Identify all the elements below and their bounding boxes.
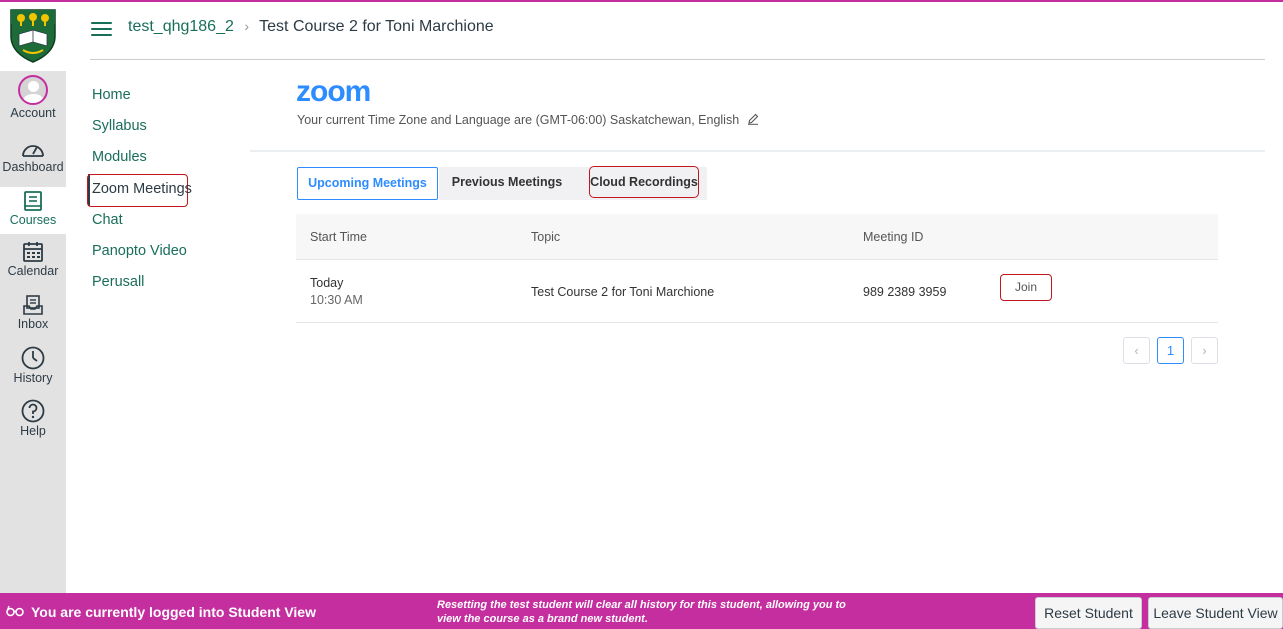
zoom-logo-text: zoom xyxy=(296,79,370,105)
inbox-icon xyxy=(23,295,43,315)
timezone-text: Your current Time Zone and Language are … xyxy=(297,113,740,127)
header-divider xyxy=(90,59,1265,60)
pagination-page-1[interactable]: 1 xyxy=(1157,337,1184,364)
course-nav-home[interactable]: Home xyxy=(92,87,131,103)
pagination-next-button[interactable]: › xyxy=(1191,337,1218,364)
help-icon xyxy=(21,399,45,423)
zoom-logo: zoom xyxy=(296,79,371,105)
nav-inbox[interactable]: Inbox xyxy=(0,294,66,338)
nav-account-label: Account xyxy=(10,106,56,120)
glasses-icon xyxy=(6,605,24,617)
top-accent-strip xyxy=(0,0,1283,2)
column-meeting-id: Meeting ID xyxy=(863,230,924,244)
nav-help[interactable]: Help xyxy=(0,399,66,443)
leave-student-view-button[interactable]: Leave Student View xyxy=(1148,597,1283,629)
meetings-table-header: Start Time Topic Meeting ID xyxy=(296,214,1218,260)
zoom-header-divider xyxy=(250,150,1265,152)
meeting-day: Today xyxy=(310,276,344,290)
courses-icon xyxy=(24,191,42,211)
meeting-id: 989 2389 3959 xyxy=(863,285,947,299)
nav-history[interactable]: History xyxy=(0,346,66,390)
reset-student-button[interactable]: Reset Student xyxy=(1035,597,1142,629)
column-topic: Topic xyxy=(531,230,561,244)
nav-history-label: History xyxy=(13,371,53,385)
tab-previous-meetings[interactable]: Previous Meetings xyxy=(440,167,574,200)
join-button[interactable]: Join xyxy=(1000,274,1052,301)
course-nav-chat[interactable]: Chat xyxy=(92,212,123,228)
student-view-note: Resetting the test student will clear al… xyxy=(437,599,846,625)
tab-upcoming-meetings[interactable]: Upcoming Meetings xyxy=(297,167,438,200)
nav-account[interactable]: Account xyxy=(0,75,66,127)
nav-calendar-label: Calendar xyxy=(7,264,59,278)
meeting-time: 10:30 AM xyxy=(310,293,363,307)
crest-icon xyxy=(10,9,56,63)
course-nav-perusall[interactable]: Perusall xyxy=(92,274,144,290)
nav-help-label: Help xyxy=(20,424,46,438)
breadcrumb-current: Test Course 2 for Toni Marchione xyxy=(259,18,494,35)
university-logo[interactable] xyxy=(0,2,66,71)
course-nav-panopto-video[interactable]: Panopto Video xyxy=(92,243,187,259)
course-nav-zoom-meetings-label: Zoom Meetings xyxy=(92,181,192,197)
calendar-icon xyxy=(23,242,43,262)
column-start-time: Start Time xyxy=(310,230,367,244)
edit-pencil-icon[interactable] xyxy=(747,113,759,125)
global-nav: Account Dashboard Courses Calendar Inbox… xyxy=(0,2,66,593)
table-row: Today 10:30 AM Test Course 2 for Toni Ma… xyxy=(296,260,1218,323)
course-nav-zoom-meetings[interactable]: Zoom Meetings xyxy=(87,174,192,207)
nav-inbox-label: Inbox xyxy=(17,317,49,331)
course-nav-modules[interactable]: Modules xyxy=(92,149,147,165)
nav-calendar[interactable]: Calendar xyxy=(0,241,66,285)
tab-cloud-recordings[interactable]: Cloud Recordings xyxy=(589,166,699,198)
student-view-message: You are currently logged into Student Vi… xyxy=(31,604,316,620)
student-view-bar: You are currently logged into Student Vi… xyxy=(0,593,1283,629)
meeting-topic: Test Course 2 for Toni Marchione xyxy=(531,285,715,299)
nav-courses-label: Courses xyxy=(9,213,57,227)
breadcrumb-course-link[interactable]: test_qhg186_2 xyxy=(128,18,234,35)
breadcrumb-separator: › xyxy=(244,18,249,34)
clock-icon xyxy=(21,346,45,370)
course-nav-syllabus[interactable]: Syllabus xyxy=(92,118,147,134)
nav-dashboard-label: Dashboard xyxy=(2,160,64,174)
course-menu-toggle[interactable] xyxy=(91,20,113,38)
timezone-info: Your current Time Zone and Language are … xyxy=(297,113,759,127)
nav-courses[interactable]: Courses xyxy=(0,187,66,234)
avatar-icon xyxy=(18,75,48,105)
pagination-prev-button[interactable]: ‹ xyxy=(1123,337,1150,364)
nav-dashboard[interactable]: Dashboard xyxy=(0,139,66,183)
dashboard-icon xyxy=(22,145,44,157)
breadcrumb: test_qhg186_2 › Test Course 2 for Toni M… xyxy=(128,18,494,36)
